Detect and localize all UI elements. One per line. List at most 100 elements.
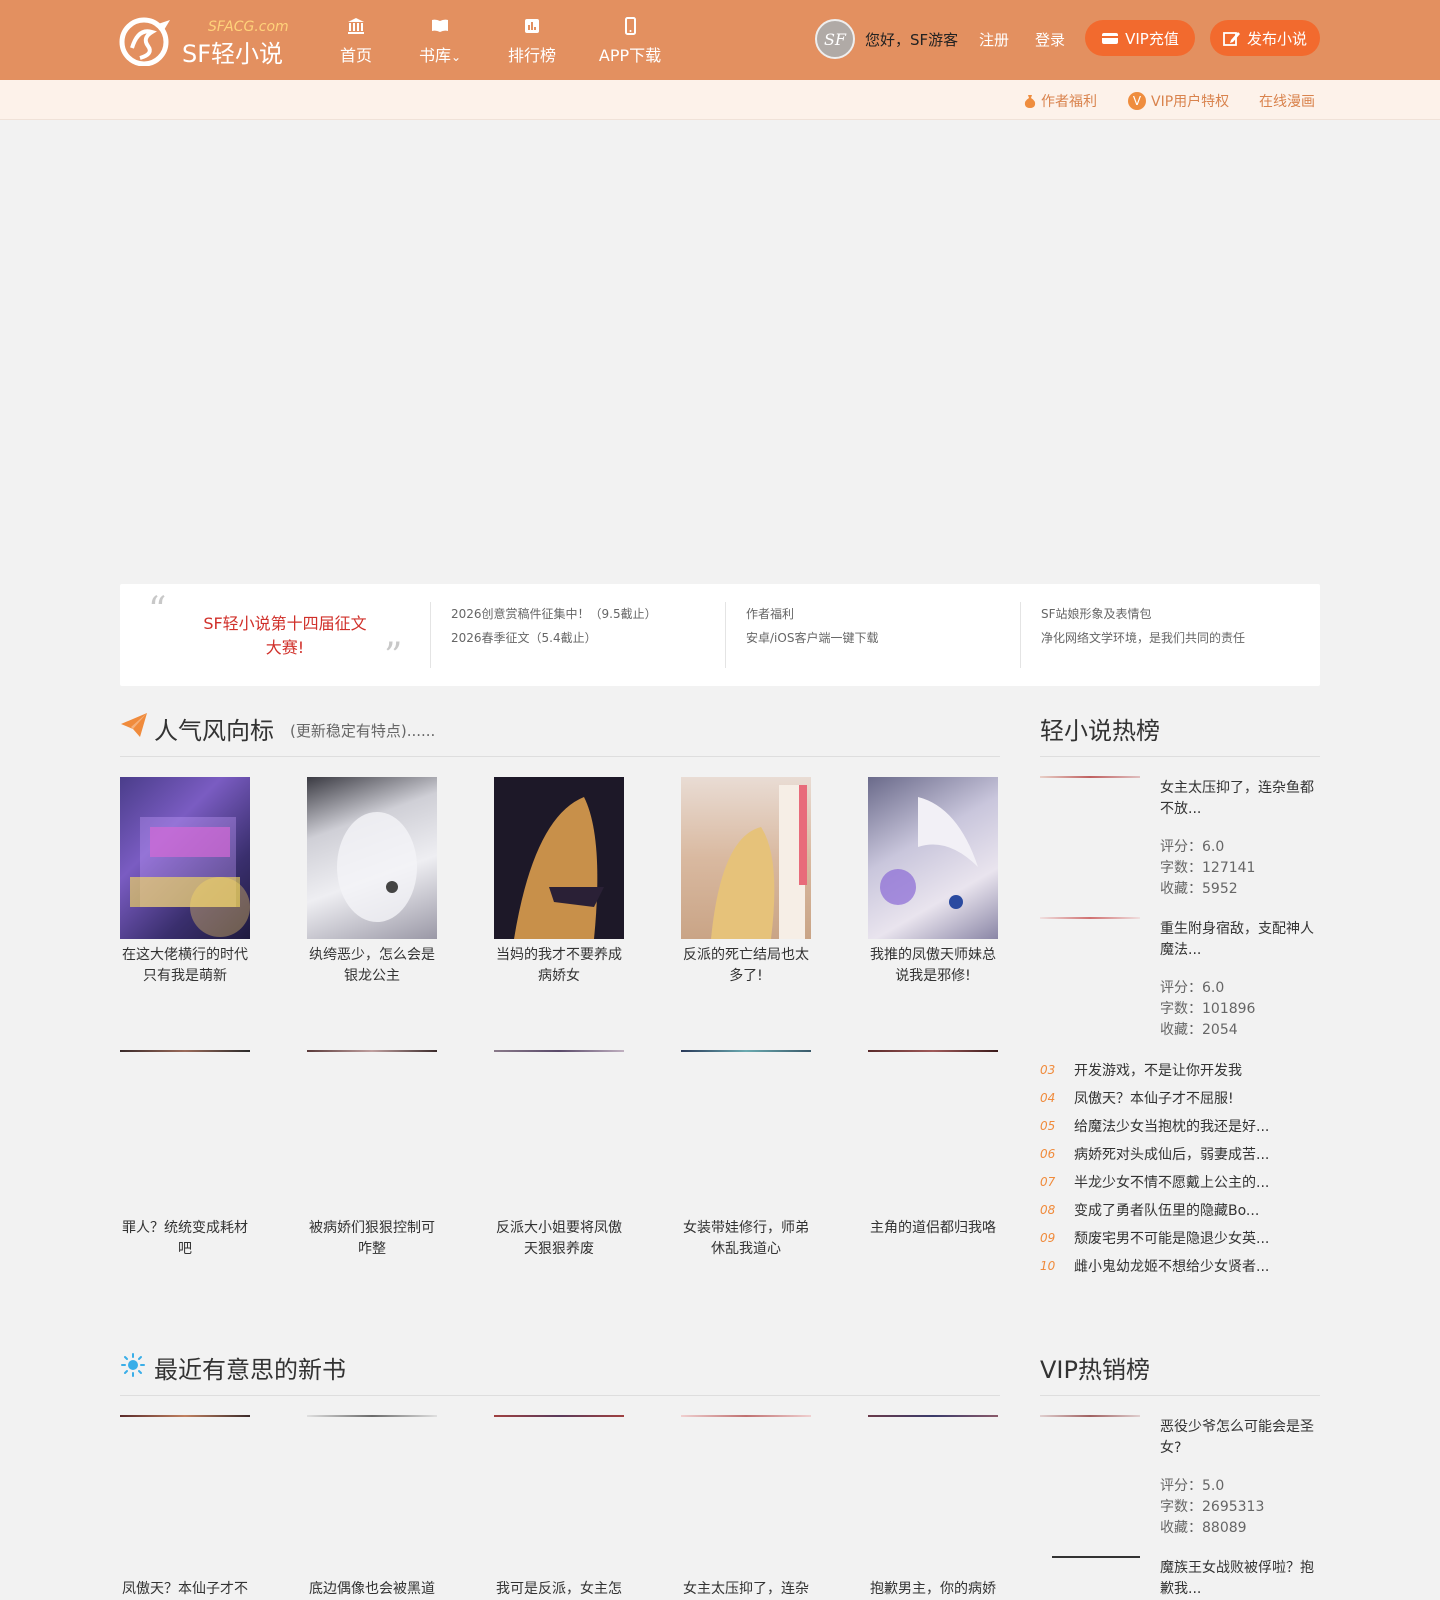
book-title[interactable]: 反派的死亡结局也太多了! — [681, 945, 811, 987]
book-card[interactable]: 纨绔恶少，怎么会是银龙公主 — [307, 777, 437, 987]
rank-item[interactable]: 10 雌小鬼幼龙姬不想给少女贤者... — [1040, 1252, 1320, 1280]
book-card[interactable]: 反派大小姐要将凤傲天狠狠养废 — [494, 1050, 624, 1260]
book-card[interactable]: 被病娇们狠狠控制可咋整 — [307, 1050, 437, 1260]
book-cover[interactable] — [494, 777, 624, 939]
login-link[interactable]: 登录 — [1035, 29, 1065, 50]
announce-link[interactable]: SF站娘形象及表情包 — [1041, 602, 1245, 626]
section-divider — [1040, 1395, 1320, 1396]
book-card[interactable]: 在这大佬横行的时代只有我是萌新 — [120, 777, 250, 987]
book-cover[interactable] — [1040, 1415, 1140, 1417]
book-title[interactable]: 女主太压抑了，连杂鱼都不放... — [1160, 778, 1320, 820]
book-cover[interactable] — [1052, 1556, 1140, 1558]
rank-title[interactable]: 给魔法少女当抱枕的我还是好... — [1074, 1116, 1269, 1136]
rank-title[interactable]: 半龙少女不情不愿戴上公主的... — [1074, 1172, 1269, 1192]
book-cover[interactable] — [1040, 776, 1140, 778]
book-title[interactable]: 抱歉男主，你的病娇 — [868, 1579, 998, 1600]
popular-section-title: 人气风向标 — [154, 717, 274, 745]
book-card[interactable]: 反派的死亡结局也太多了! — [681, 777, 811, 987]
nav-library[interactable]: 书库⌄ — [414, 16, 466, 70]
announce-link[interactable]: 安卓/iOS客户端一键下载 — [746, 626, 878, 650]
book-title[interactable]: 魔族王女战败被俘啦？抱歉我... — [1160, 1558, 1320, 1600]
vip-feature-item[interactable]: 恶役少爷怎么可能会是圣女? 评分：5.0 字数：2695313 收藏：88089 — [1040, 1415, 1320, 1545]
rank-item[interactable]: 09 颓废宅男不可能是隐退少女英... — [1040, 1224, 1320, 1252]
book-card[interactable]: 我推的凤傲天师妹总说我是邪修! — [868, 777, 998, 987]
rank-title[interactable]: 变成了勇者队伍里的隐藏Bo... — [1074, 1200, 1259, 1220]
online-manga-link[interactable]: 在线漫画 — [1259, 91, 1315, 111]
author-benefits-link[interactable]: 作者福利 — [1024, 91, 1097, 111]
book-title[interactable]: 女主太压抑了，连杂 — [681, 1579, 811, 1600]
announce-link[interactable]: 2026春季征文（5.4截止） — [451, 626, 657, 650]
book-card[interactable]: 抱歉男主，你的病娇 — [868, 1415, 998, 1600]
book-title[interactable]: 我推的凤傲天师妹总说我是邪修! — [868, 945, 998, 987]
book-title[interactable]: 底边偶像也会被黑道 — [307, 1579, 437, 1600]
user-avatar[interactable]: SF — [815, 19, 855, 59]
rank-title[interactable]: 病娇死对头成仙后，弱妻成苦... — [1074, 1144, 1269, 1164]
register-link[interactable]: 注册 — [979, 29, 1009, 50]
book-card[interactable]: 主角的道侣都归我咯 — [868, 1050, 998, 1239]
book-title[interactable]: 罪人？统统变成耗材吧 — [120, 1218, 250, 1260]
book-card[interactable]: 女主太压抑了，连杂 — [681, 1415, 811, 1600]
rank-title[interactable]: 开发游戏，不是让你开发我 — [1074, 1060, 1242, 1080]
book-card[interactable]: 当妈的我才不要养成病娇女 — [494, 777, 624, 987]
vip-feature-item[interactable]: 魔族王女战败被俘啦？抱歉我... — [1040, 1556, 1320, 1600]
book-card[interactable]: 我可是反派，女主怎 — [494, 1415, 624, 1600]
announce-link[interactable]: 2026创意赏稿件征集中！（9.5截止） — [451, 602, 657, 626]
book-title[interactable]: 被病娇们狠狠控制可咋整 — [307, 1218, 437, 1260]
rank-item[interactable]: 06 病娇死对头成仙后，弱妻成苦... — [1040, 1140, 1320, 1168]
publish-novel-button[interactable]: 发布小说 — [1210, 20, 1320, 56]
book-cover[interactable] — [307, 777, 437, 939]
book-cover[interactable] — [868, 777, 998, 939]
book-favorites: 收藏：2054 — [1160, 1022, 1238, 1038]
guest-greeting: 您好，SF游客 — [865, 31, 959, 49]
rank-number: 03 — [1040, 1063, 1056, 1077]
contest-link[interactable]: SF轻小说第十四届征文大赛! — [200, 612, 370, 660]
nav-ranking-label: 排行榜 — [507, 46, 556, 65]
edit-icon — [1223, 32, 1240, 46]
book-card[interactable]: 底边偶像也会被黑道 — [307, 1415, 437, 1600]
rank-title[interactable]: 凤傲天？本仙子才不屈服! — [1074, 1088, 1234, 1108]
book-title[interactable]: 凤傲天？本仙子才不 — [120, 1579, 250, 1600]
vip-recharge-button[interactable]: VIP充值 — [1085, 20, 1195, 56]
book-title[interactable]: 女装带娃修行，师弟休乱我道心 — [681, 1218, 811, 1260]
rank-number: 06 — [1040, 1147, 1056, 1161]
rank-item[interactable]: 08 变成了勇者队伍里的隐藏Bo... — [1040, 1196, 1320, 1224]
book-cover[interactable] — [120, 777, 250, 939]
chart-icon — [506, 16, 558, 40]
book-rating: 评分：5.0 — [1160, 1478, 1225, 1494]
book-title[interactable]: 反派大小姐要将凤傲天狠狠养废 — [494, 1218, 624, 1260]
book-cover[interactable] — [681, 777, 811, 939]
book-title[interactable]: 恶役少爷怎么可能会是圣女? — [1160, 1417, 1320, 1459]
book-title[interactable]: 在这大佬横行的时代只有我是萌新 — [120, 945, 250, 987]
book-card[interactable]: 凤傲天？本仙子才不 — [120, 1415, 250, 1600]
book-title[interactable]: 纨绔恶少，怎么会是银龙公主 — [307, 945, 437, 987]
book-card[interactable]: 罪人？统统变成耗材吧 — [120, 1050, 250, 1260]
nav-home[interactable]: 首页 — [336, 16, 376, 70]
book-title[interactable]: 重生附身宿敌，支配神人魔法... — [1160, 919, 1320, 961]
book-title[interactable]: 主角的道侣都归我咯 — [868, 1218, 998, 1239]
rank-item[interactable]: 07 半龙少女不情不愿戴上公主的... — [1040, 1168, 1320, 1196]
rank-title[interactable]: 颓废宅男不可能是隐退少女英... — [1074, 1228, 1269, 1248]
chevron-down-icon: ⌄ — [450, 50, 462, 64]
book-title[interactable]: 我可是反派，女主怎 — [494, 1579, 624, 1600]
rank-item[interactable]: 05 给魔法少女当抱枕的我还是好... — [1040, 1112, 1320, 1140]
book-cover[interactable] — [1040, 917, 1140, 919]
rank-title[interactable]: 雌小鬼幼龙姬不想给少女贤者... — [1074, 1256, 1269, 1276]
publish-novel-label: 发布小说 — [1246, 29, 1307, 48]
rank-item[interactable]: 03 开发游戏，不是让你开发我 — [1040, 1056, 1320, 1084]
section-divider — [120, 1395, 1000, 1396]
announce-link[interactable]: 净化网络文学环境，是我们共同的责任 — [1041, 626, 1245, 650]
hot-feature-item[interactable]: 重生附身宿敌，支配神人魔法... 评分：6.0 字数：101896 收藏：205… — [1040, 917, 1320, 1047]
book-title[interactable]: 当妈的我才不要养成病娇女 — [494, 945, 624, 987]
nav-app-download[interactable]: APP下载 — [596, 16, 664, 70]
site-logo[interactable]: SFACG.com SF轻小说 — [118, 12, 293, 68]
vip-privileges-link[interactable]: V VIP用户特权 — [1128, 91, 1229, 111]
section-divider — [120, 756, 1000, 757]
book-icon — [414, 16, 466, 40]
phone-icon — [596, 16, 664, 40]
hot-feature-item[interactable]: 女主太压抑了，连杂鱼都不放... 评分：6.0 字数：127141 收藏：595… — [1040, 776, 1320, 906]
nav-ranking[interactable]: 排行榜 — [506, 16, 558, 70]
book-card[interactable]: 女装带娃修行，师弟休乱我道心 — [681, 1050, 811, 1260]
rank-item[interactable]: 04 凤傲天？本仙子才不屈服! — [1040, 1084, 1320, 1112]
announcement-strip: “ SF轻小说第十四届征文大赛! ” 2026创意赏稿件征集中！（9.5截止） … — [120, 584, 1320, 686]
announce-link[interactable]: 作者福利 — [746, 602, 878, 626]
